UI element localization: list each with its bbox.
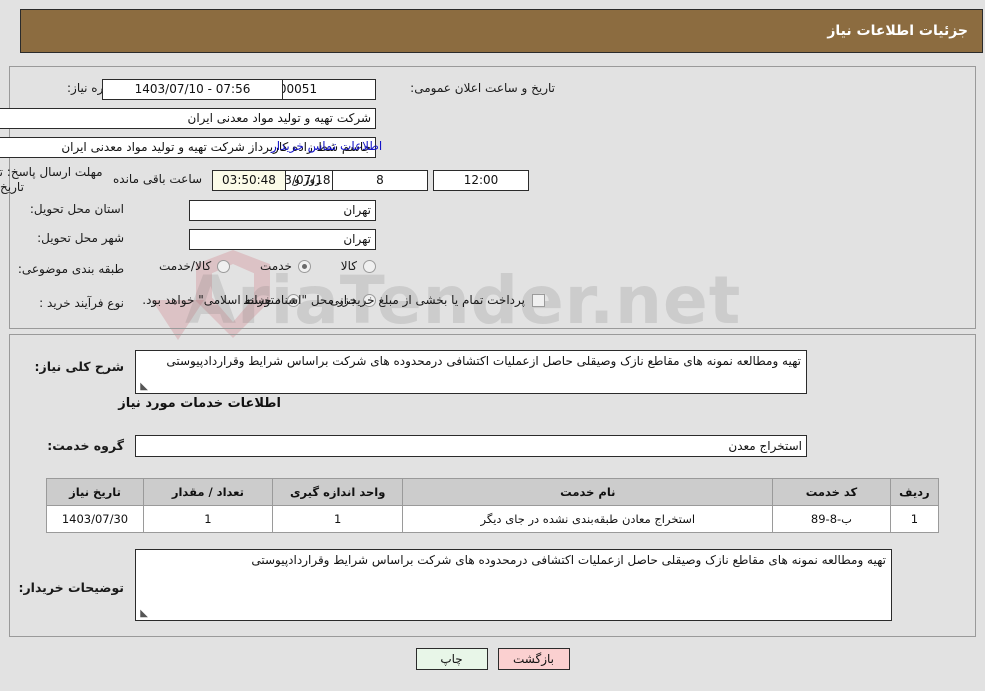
deadline-hour-field: 12:00 xyxy=(433,170,529,191)
back-button[interactable]: بازگشت xyxy=(497,648,570,670)
province-field: تهران xyxy=(189,200,376,221)
th-service-name: نام خدمت xyxy=(402,478,774,506)
th-service-code: کد خدمت xyxy=(772,478,891,506)
remaining-time-field: 03:50:48 xyxy=(212,170,286,191)
service-group-label: گروه خدمت: xyxy=(47,438,124,453)
services-table: ردیف کد خدمت نام خدمت واحد اندازه گیری ت… xyxy=(46,478,940,533)
remaining-days-label: روز و xyxy=(294,172,321,186)
category-radio-kala-label: کالا xyxy=(340,259,357,273)
th-row-no: ردیف xyxy=(889,478,940,506)
resize-grip-icon[interactable]: ◣ xyxy=(138,382,148,392)
city-field: تهران xyxy=(189,229,376,250)
province-label-wrap: استان محل تحویل: xyxy=(30,202,124,216)
cell-need-date: 1403/07/30 xyxy=(46,505,144,533)
treasury-checkbox-label: پرداخت تمام یا بخشی از مبلغ خرید،از محل … xyxy=(142,293,525,307)
radio-icon[interactable] xyxy=(217,259,231,273)
th-unit: واحد اندازه گیری xyxy=(271,478,404,506)
category-radio-kala[interactable]: کالا xyxy=(341,259,376,273)
th-need-date: تاریخ نیاز xyxy=(46,478,144,506)
description-label: شرح کلی نیاز: xyxy=(34,359,124,374)
province-label: استان محل تحویل: xyxy=(29,202,124,216)
table-header-row: ردیف کد خدمت نام خدمت واحد اندازه گیری ت… xyxy=(46,478,940,506)
remaining-time-label: ساعت باقی مانده xyxy=(113,172,203,186)
resize-grip-icon[interactable]: ◣ xyxy=(138,609,148,619)
print-button[interactable]: چاپ xyxy=(415,648,488,670)
city-label: شهر محل تحویل: xyxy=(37,231,124,245)
category-label-wrap: طبقه بندی موضوعی: xyxy=(18,262,124,276)
radio-icon[interactable] xyxy=(363,259,376,273)
buyer-org-field: شرکت تهیه و تولید مواد معدنی ایران xyxy=(0,108,376,129)
category-label: طبقه بندی موضوعی: xyxy=(17,262,124,276)
city-label-wrap: شهر محل تحویل: xyxy=(37,231,124,245)
category-radio-kala-khedmat-label: کالا/خدمت xyxy=(159,259,212,273)
service-group-field: استخراج معدن xyxy=(135,435,807,457)
category-radio-group: کالا خدمت کالا/خدمت xyxy=(133,259,376,276)
page-header: جزئیات اطلاعات نیاز xyxy=(20,9,983,53)
announce-datetime-field: 07:56 - 1403/07/10 xyxy=(102,79,283,100)
buyer-notes-label: توضیحات خریدار: xyxy=(18,580,124,595)
purchase-type-label: نوع فرآیند خرید : xyxy=(39,296,124,310)
treasury-checkbox[interactable] xyxy=(532,293,545,307)
need-info-panel xyxy=(9,66,976,329)
cell-service-name: استخراج معادن طبقه‌بندی نشده در جای دیگر xyxy=(402,505,774,533)
treasury-checkbox-wrap[interactable]: پرداخت تمام یا بخشی از مبلغ خرید،از محل … xyxy=(142,293,545,307)
cell-quantity: 1 xyxy=(143,505,273,533)
description-text: تهیه ومطالعه نمونه های مقاطع نازک وصیقلی… xyxy=(166,354,801,368)
purchase-type-label-wrap: نوع فرآیند خرید : xyxy=(39,296,124,310)
services-section-title: اطلاعات خدمات مورد نیاز xyxy=(118,396,281,411)
announce-datetime-label-wrap: تاریخ و ساعت اعلان عمومی: xyxy=(410,81,555,95)
cell-row-no: 1 xyxy=(889,505,940,533)
category-radio-khedmat-label: خدمت xyxy=(260,259,292,273)
announce-datetime-label: تاریخ و ساعت اعلان عمومی: xyxy=(410,81,555,95)
description-textarea[interactable]: تهیه ومطالعه نمونه های مقاطع نازک وصیقلی… xyxy=(135,350,807,394)
page-title: جزئیات اطلاعات نیاز xyxy=(827,23,968,39)
buyer-notes-text: تهیه ومطالعه نمونه های مقاطع نازک وصیقلی… xyxy=(251,553,886,567)
deadline-label: مهلت ارسال پاسخ: تا تاریخ: xyxy=(0,165,103,194)
category-radio-kala-khedmat[interactable]: کالا/خدمت xyxy=(159,259,231,273)
remaining-days-field: 8 xyxy=(332,170,428,191)
buyer-notes-textarea[interactable]: تهیه ومطالعه نمونه های مقاطع نازک وصیقلی… xyxy=(135,549,892,621)
footer-buttons: بازگشت چاپ xyxy=(0,648,985,670)
cell-unit: 1 xyxy=(271,505,404,533)
radio-icon-selected[interactable] xyxy=(297,259,311,273)
category-radio-khedmat[interactable]: خدمت xyxy=(260,259,311,273)
buyer-contact-link[interactable]: اطلاعات تماس خریدار xyxy=(271,139,382,153)
cell-service-code: ب-8-89 xyxy=(772,505,891,533)
table-row: 1 ب-8-89 استخراج معادن طبقه‌بندی نشده در… xyxy=(46,505,940,533)
th-quantity: تعداد / مقدار xyxy=(143,478,273,506)
